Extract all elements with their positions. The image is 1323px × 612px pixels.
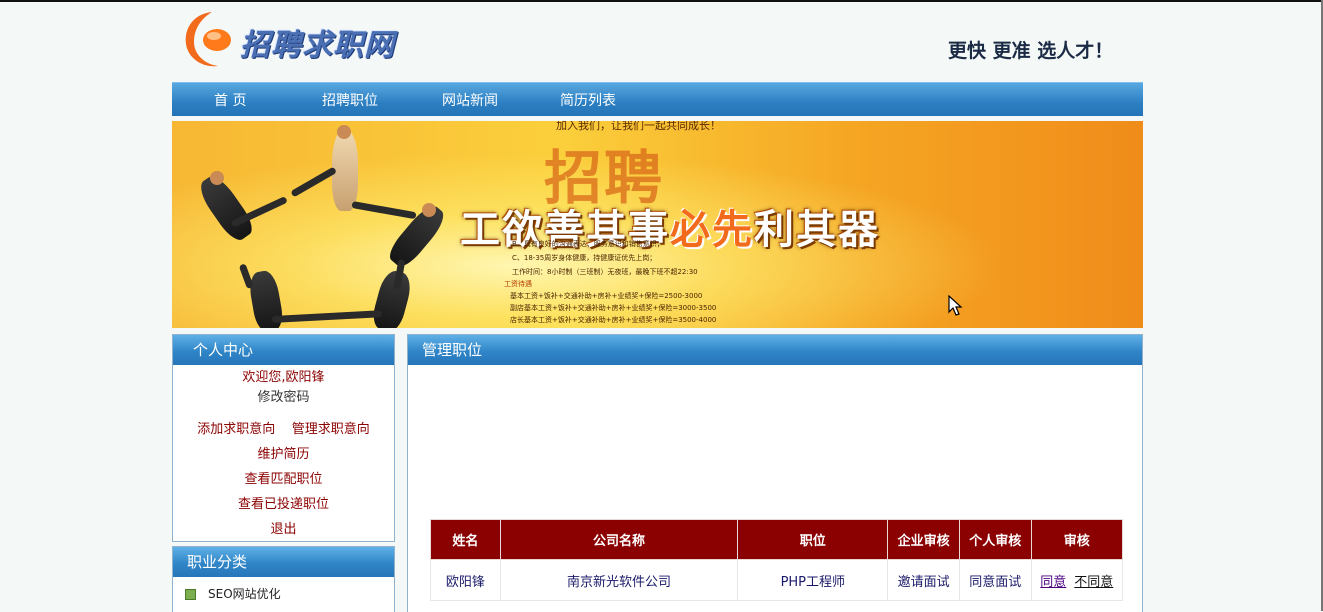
top-border — [0, 0, 1323, 2]
banner-info-line: 工作时间：8小时制（三班制）无夜班，最晚下班不超22:30 — [512, 268, 698, 276]
mouse-cursor-icon — [948, 295, 963, 316]
banner-info-line: C、18-35周岁身体健康，持健康证优先上岗； — [512, 254, 657, 262]
col-company: 公司名称 — [499, 519, 739, 560]
category-item-label: SEO网站优化 — [208, 587, 281, 601]
manage-jobs-title: 管理职位 — [408, 335, 1142, 365]
cell-company: 南京新光软件公司 — [499, 559, 739, 601]
personal-center-title: 个人中心 — [173, 335, 394, 365]
nav-news[interactable]: 网站新闻 — [442, 90, 498, 110]
nav-jobs[interactable]: 招聘职位 — [322, 90, 378, 110]
col-company-review: 企业审核 — [887, 519, 960, 560]
intention-links: 添加求职意向 管理求职意向 — [173, 418, 394, 437]
headline-part3: 利其器 — [754, 207, 880, 253]
cell-company-review: 邀请面试 — [887, 559, 960, 601]
disagree-link[interactable]: 不同意 — [1074, 575, 1113, 590]
site-logo[interactable]: 招聘求职网 — [182, 8, 442, 70]
headline-part2: 必先 — [670, 207, 754, 253]
logo-text: 招聘求职网 — [240, 28, 395, 63]
cell-review-actions: 同意 不同意 — [1030, 559, 1124, 601]
personal-center-panel: 个人中心 欢迎您,欧阳锋 修改密码 添加求职意向 管理求职意向 维护简历 查看匹… — [172, 334, 395, 542]
change-password-link[interactable]: 修改密码 — [173, 386, 394, 405]
cell-position: PHP工程师 — [737, 559, 889, 601]
cell-personal-review: 同意面试 — [958, 559, 1032, 601]
col-personal-review: 个人审核 — [958, 519, 1032, 560]
cell-name: 欧阳锋 — [430, 559, 501, 601]
logout-link[interactable]: 退出 — [173, 518, 394, 537]
logo-emblem-icon — [185, 12, 231, 67]
banner-person-head — [337, 125, 351, 139]
banner-arm — [290, 166, 338, 198]
welcome-text: 欢迎您,欧阳锋 — [242, 370, 325, 385]
banner-arm — [351, 201, 417, 220]
maintain-resume-link[interactable]: 维护简历 — [173, 443, 394, 462]
banner-person-head — [422, 203, 436, 217]
banner-person — [194, 171, 258, 245]
view-applied-link[interactable]: 查看已投递职位 — [173, 493, 394, 512]
agree-link[interactable]: 同意 — [1040, 575, 1066, 590]
banner-arm — [271, 310, 383, 323]
col-position: 职位 — [737, 519, 889, 560]
view-matched-link[interactable]: 查看匹配职位 — [173, 468, 394, 487]
nav-resumes[interactable]: 简历列表 — [560, 90, 616, 110]
job-category-panel: 职业分类 SEO网站优化 — [172, 546, 395, 612]
banner-info-line: 店长基本工资+饭补+交通补助+房补+业绩奖+保险=3500-4000 — [510, 316, 717, 324]
col-name: 姓名 — [430, 519, 501, 560]
nav-home[interactable]: 首 页 — [214, 90, 246, 110]
add-intention-link[interactable]: 添加求职意向 — [197, 422, 275, 437]
col-review: 审核 — [1030, 519, 1124, 560]
slogan: 更快 更准 选人才！ — [948, 40, 1114, 62]
manage-intention-link[interactable]: 管理求职意向 — [292, 422, 370, 437]
banner-info-line: 副店基本工资+饭补+交通补助+房补+业绩奖+保险=3000-3500 — [510, 304, 717, 312]
banner-person — [369, 268, 415, 328]
category-bullet-icon — [185, 589, 196, 600]
recruit-banner: 加入我们，让我们一起共同成长！ 招聘 工欲善其事必先利其器 B、具有良好的沟通表… — [172, 121, 1143, 328]
banner-info-line: B、具有良好的沟通表达、服务意识和销售意识； — [512, 240, 664, 248]
job-category-title: 职业分类 — [173, 547, 394, 577]
table-header-row: 姓名 公司名称 职位 企业审核 个人审核 审核 — [430, 519, 1124, 560]
manage-jobs-panel: 管理职位 姓名 公司名称 职位 企业审核 个人审核 审核 欧阳锋 南京新光软件公… — [407, 334, 1143, 612]
table-row: 欧阳锋 南京新光软件公司 PHP工程师 邀请面试 同意面试 同意 不同意 — [430, 559, 1124, 601]
banner-info-line: 基本工资+饭补+交通补助+房补+业绩奖+保险=2500-3000 — [510, 292, 703, 300]
main-nav: 首 页 招聘职位 网站新闻 简历列表 — [172, 82, 1143, 116]
banner-info-line: 工资待遇 — [504, 280, 532, 288]
category-item[interactable]: SEO网站优化 — [185, 585, 281, 602]
banner-person-head — [210, 171, 224, 185]
jobs-table: 姓名 公司名称 职位 企业审核 个人审核 审核 欧阳锋 南京新光软件公司 PHP… — [430, 519, 1124, 601]
